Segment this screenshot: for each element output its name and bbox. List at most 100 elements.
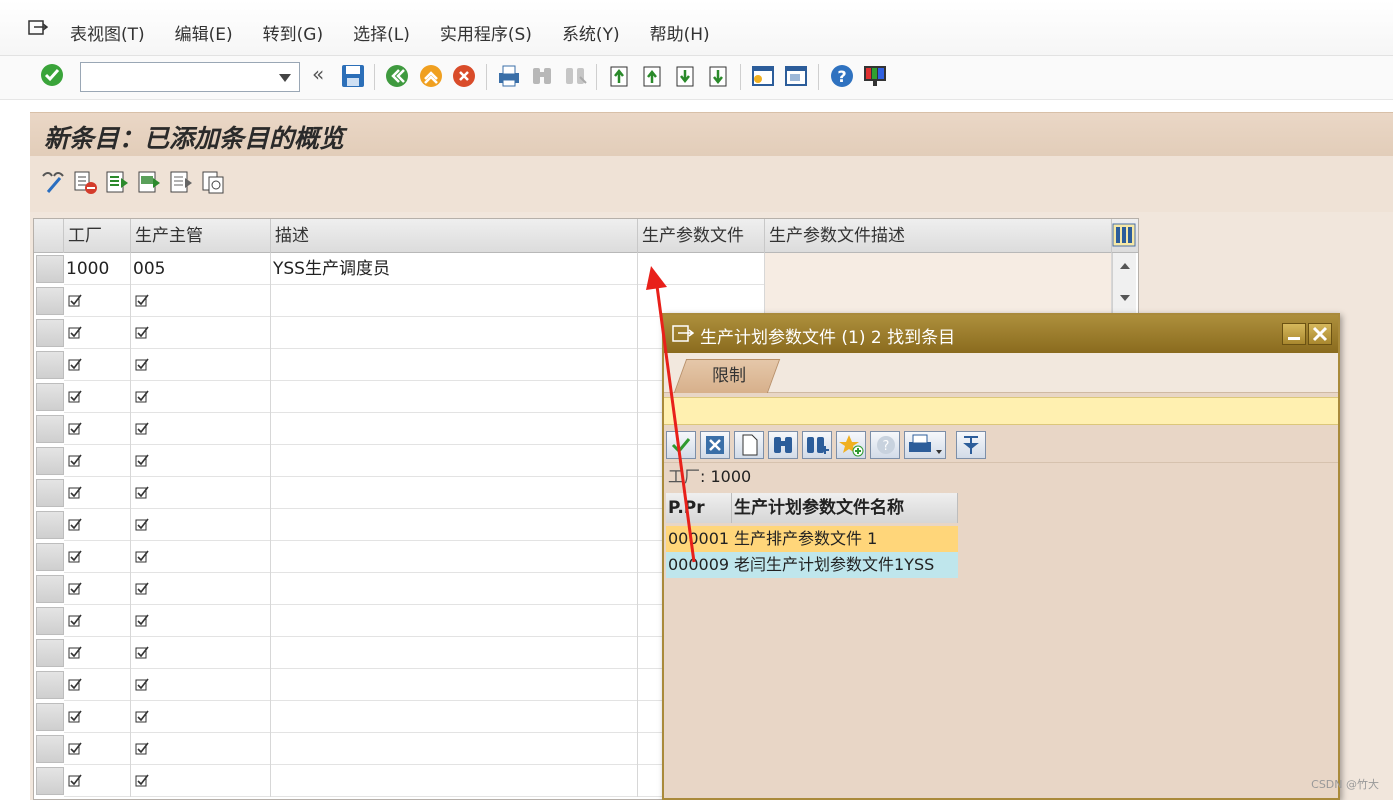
menu-goto[interactable]: 转到(G) [263, 20, 323, 45]
cell-plant[interactable] [64, 285, 131, 317]
deselect-all-icon[interactable] [168, 168, 194, 196]
row-selector[interactable] [36, 607, 64, 635]
save-icon[interactable] [340, 63, 366, 89]
cell-plant[interactable] [64, 381, 131, 413]
first-page-icon[interactable] [606, 63, 632, 89]
cell-description[interactable] [271, 701, 638, 733]
cell-description[interactable] [271, 477, 638, 509]
cell-profile-desc[interactable] [765, 253, 1112, 285]
cell-supervisor[interactable] [131, 381, 271, 413]
display-change-icon[interactable] [40, 168, 66, 196]
row-selector[interactable] [36, 767, 64, 795]
profile-name[interactable]: 老闫生产计划参数文件1YSS [732, 552, 958, 578]
cell-supervisor[interactable] [131, 765, 271, 797]
cell-description[interactable] [271, 637, 638, 669]
cell-plant[interactable] [64, 605, 131, 637]
select-block-icon[interactable] [136, 168, 162, 196]
cell-supervisor[interactable] [131, 605, 271, 637]
cell-description[interactable] [271, 765, 638, 797]
cell-description[interactable] [271, 349, 638, 381]
cell-description[interactable] [271, 413, 638, 445]
cell-supervisor[interactable] [131, 701, 271, 733]
confirm-button[interactable] [666, 431, 696, 459]
column-profile-desc[interactable]: 生产参数文件描述 [765, 219, 1112, 253]
menu-help[interactable]: 帮助(H) [650, 20, 710, 45]
chevron-down-icon[interactable] [279, 74, 291, 82]
find-icon[interactable] [529, 63, 555, 89]
cell-plant[interactable] [64, 541, 131, 573]
menu-table-view[interactable]: 表视图(T) [70, 20, 145, 45]
select-all-column[interactable] [34, 219, 64, 253]
dialog-title-bar[interactable]: 生产计划参数文件 (1) 2 找到条目 [664, 315, 1338, 353]
cell-plant[interactable]: 1000 [64, 253, 131, 285]
column-supervisor[interactable]: 生产主管 [131, 219, 271, 253]
column-profile-name[interactable]: 生产计划参数文件名称 [732, 493, 958, 523]
info-button[interactable]: ? [870, 431, 900, 459]
print-icon[interactable] [496, 63, 522, 89]
minimize-button[interactable] [1282, 323, 1306, 345]
cell-plant[interactable] [64, 573, 131, 605]
cell-description[interactable] [271, 669, 638, 701]
row-selector[interactable] [36, 735, 64, 763]
menu-utilities[interactable]: 实用程序(S) [440, 20, 532, 45]
prev-page-icon[interactable] [639, 63, 665, 89]
new-session-icon[interactable] [750, 63, 776, 89]
scroll-down-icon[interactable] [1119, 293, 1131, 303]
cell-description[interactable] [271, 573, 638, 605]
profile-code[interactable]: 000001 [666, 526, 732, 552]
column-profile[interactable]: 生产参数文件 [638, 219, 765, 253]
print-button[interactable] [904, 431, 946, 459]
cell-description[interactable]: YSS生产调度员 [271, 253, 638, 285]
cell-supervisor[interactable] [131, 733, 271, 765]
row-selector[interactable] [36, 639, 64, 667]
cell-plant[interactable] [64, 701, 131, 733]
cell-supervisor[interactable] [131, 509, 271, 541]
scroll-up-icon[interactable] [1119, 261, 1131, 271]
command-field[interactable] [80, 62, 300, 92]
next-page-icon[interactable] [672, 63, 698, 89]
row-selector[interactable] [36, 671, 64, 699]
row-selector[interactable] [36, 447, 64, 475]
menu-selection[interactable]: 选择(L) [353, 20, 410, 45]
cell-plant[interactable] [64, 413, 131, 445]
close-button[interactable] [1308, 323, 1332, 345]
cell-description[interactable] [271, 509, 638, 541]
cell-supervisor[interactable] [131, 317, 271, 349]
menu-icon[interactable] [28, 20, 48, 36]
exit-icon[interactable] [418, 63, 444, 89]
favorites-button[interactable] [836, 431, 866, 459]
cell-description[interactable] [271, 381, 638, 413]
cell-plant[interactable] [64, 669, 131, 701]
column-plant[interactable]: 工厂 [64, 219, 131, 253]
find-next-button[interactable] [802, 431, 832, 459]
cell-description[interactable] [271, 445, 638, 477]
cell-plant[interactable] [64, 477, 131, 509]
find-button[interactable] [768, 431, 798, 459]
cell-description[interactable] [271, 541, 638, 573]
find-next-icon[interactable] [562, 63, 588, 89]
profile-code[interactable]: 000009 [666, 552, 732, 578]
filter-button[interactable] [956, 431, 986, 459]
cancel-icon[interactable] [451, 63, 477, 89]
enter-icon[interactable] [39, 62, 65, 88]
row-selector[interactable] [36, 511, 64, 539]
help-icon[interactable]: ? [829, 63, 855, 89]
table-settings-icon[interactable] [1112, 223, 1136, 247]
cell-description[interactable] [271, 317, 638, 349]
collapse-icon[interactable]: « [312, 62, 324, 86]
column-profile-code[interactable]: P.Pr [666, 493, 732, 523]
menu-edit[interactable]: 编辑(E) [175, 20, 233, 45]
row-selector[interactable] [36, 287, 64, 315]
tab-restrictions-label[interactable]: 限制 [712, 361, 746, 386]
layout-icon[interactable] [862, 63, 888, 89]
cell-supervisor[interactable] [131, 413, 271, 445]
row-selector[interactable] [36, 319, 64, 347]
last-page-icon[interactable] [705, 63, 731, 89]
cell-plant[interactable] [64, 349, 131, 381]
delete-row-icon[interactable] [72, 168, 98, 196]
cell-plant[interactable] [64, 317, 131, 349]
row-selector[interactable] [36, 479, 64, 507]
menu-icon[interactable] [672, 325, 694, 343]
row-selector[interactable] [36, 575, 64, 603]
row-selector[interactable] [36, 383, 64, 411]
